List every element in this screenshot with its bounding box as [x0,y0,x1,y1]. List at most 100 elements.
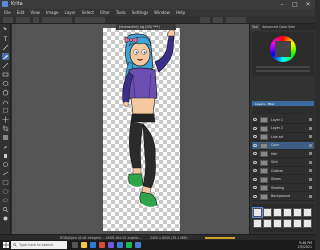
ellipse-select-tool-icon[interactable] [2,188,9,195]
bezier-tool-icon[interactable] [2,98,9,105]
measure-tool-icon[interactable] [2,170,9,177]
lock-icon[interactable] [309,126,312,130]
menu-tools[interactable]: Tools [116,9,126,16]
color-selector[interactable] [252,32,314,76]
eye-icon[interactable] [253,177,257,181]
rect-select-tool-icon[interactable] [2,179,9,186]
tab-tool-options[interactable]: Tool [250,24,261,30]
spotify-icon[interactable] [126,242,132,248]
canvas-area[interactable]: [character] ng (0% ***) [12,24,249,234]
eye-icon[interactable] [253,186,257,189]
select-shapes-tool-icon[interactable] [2,26,9,33]
file-explorer-icon[interactable] [81,242,87,248]
system-tray-clock[interactable]: 9:46 PM 2/5/2021 [298,241,312,249]
edit-shapes-tool-icon[interactable] [2,44,9,51]
tab-advanced-color-selector[interactable]: Advanced Color Sele [260,24,297,30]
menu-filter[interactable]: Filter [100,9,110,16]
krita-taskbar-icon[interactable] [135,242,141,248]
eye-icon[interactable] [253,152,257,155]
discord-icon[interactable] [108,242,114,248]
menu-view[interactable]: View [30,9,40,16]
task-view-icon[interactable] [72,242,78,248]
move-tool-icon[interactable] [2,116,9,123]
layer-blend-opacity-row[interactable] [252,107,314,115]
menu-help[interactable]: Help [176,9,185,16]
color-slider-2[interactable] [256,70,310,72]
brush-preset-button[interactable] [3,17,13,23]
fill-tool-icon[interactable] [2,152,9,159]
lock-icon[interactable] [309,194,312,198]
zoom-slider[interactable] [205,237,235,239]
menu-window[interactable]: Window [154,9,170,16]
eye-icon[interactable] [253,143,257,147]
brush-preset[interactable] [283,208,292,217]
freehand-select-tool-icon[interactable] [2,197,9,204]
maximize-button[interactable]: □ [289,0,301,9]
lock-icon[interactable] [309,135,312,138]
taskbar-search-box[interactable]: Type here to search [11,241,67,249]
menu-layer[interactable]: Layer [64,9,75,16]
chrome-icon[interactable] [99,242,105,248]
lock-icon[interactable] [309,152,312,155]
layer-row[interactable]: Layer 1 [252,116,314,124]
windows-start-icon[interactable] [3,242,9,248]
brush-preset[interactable] [252,207,263,218]
menu-select[interactable]: Select [82,9,94,16]
layer-row[interactable]: Shading [252,184,314,192]
layer-row[interactable]: Layer 2 [252,125,314,133]
eye-icon[interactable] [253,169,257,172]
edge-browser-icon[interactable] [90,242,96,248]
lock-icon[interactable] [309,169,312,172]
layer-row[interactable]: Clothes [252,167,314,175]
freehand-brush-tool-icon[interactable] [2,53,9,60]
opacity-slider[interactable] [42,17,72,23]
layer-row[interactable]: Background [252,193,314,201]
lock-icon[interactable] [309,177,312,181]
brush-preset[interactable] [283,219,292,228]
close-button[interactable]: ✕ [302,0,314,9]
eye-icon[interactable] [253,118,257,121]
lock-icon[interactable] [309,186,312,189]
color-slider-1[interactable] [256,66,310,68]
size-slider[interactable] [75,17,105,23]
mail-icon[interactable] [117,242,123,248]
brush-preset[interactable] [293,208,302,217]
brush-preset[interactable] [263,208,272,217]
brush-preset[interactable] [273,208,282,217]
brush-preset[interactable] [273,219,282,228]
lock-icon[interactable] [309,160,312,164]
color-picker-tool-icon[interactable] [2,143,9,150]
brush-preset[interactable] [263,219,272,228]
brush-preset[interactable] [253,219,262,228]
minimize-button[interactable]: – [276,0,288,9]
saturation-value-square[interactable] [275,41,291,57]
layer-row[interactable]: Skin [252,159,314,167]
rectangle-tool-icon[interactable] [2,71,9,78]
brush-preset[interactable] [293,219,302,228]
layer-row[interactable]: Line art [252,133,314,141]
assistant-tool-icon[interactable] [2,161,9,168]
blending-mode-select[interactable] [16,17,30,23]
layer-row[interactable]: Hair [252,150,314,158]
lock-icon[interactable] [309,143,312,147]
layer-row[interactable]: Shoes [252,176,314,184]
pan-tool-icon[interactable] [2,215,9,222]
menu-image[interactable]: Image [46,9,59,16]
menu-settings[interactable]: Settings [132,9,148,16]
eye-icon[interactable] [253,194,257,198]
brush-preset[interactable] [303,219,312,228]
eye-icon[interactable] [253,160,257,164]
layer-row-selected[interactable]: Color [252,141,314,150]
eye-icon[interactable] [253,135,257,138]
mirror-toggle[interactable] [200,17,210,23]
wrap-toggle[interactable] [213,17,223,23]
crop-tool-icon[interactable] [2,125,9,132]
lock-icon[interactable] [309,118,312,121]
eraser-toggle[interactable] [33,17,39,23]
workspace-select[interactable] [226,17,246,23]
brush-preset[interactable] [303,208,312,217]
menu-edit[interactable]: Edit [17,9,25,16]
eye-icon[interactable] [253,126,257,130]
polygon-tool-icon[interactable] [2,89,9,96]
line-tool-icon[interactable] [2,62,9,69]
